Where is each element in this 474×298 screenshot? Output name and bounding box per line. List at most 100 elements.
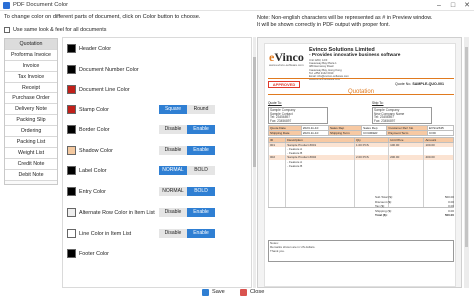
option-normal-button[interactable]: NORMAL <box>159 166 187 175</box>
quote-to-header: Quote To: <box>268 101 282 105</box>
color-swatch-button[interactable] <box>67 229 76 238</box>
color-row: Header Color <box>63 43 251 55</box>
option-enable-button[interactable]: Enable <box>187 208 215 217</box>
color-swatch-button[interactable] <box>67 208 76 217</box>
same-look-checkbox[interactable] <box>4 26 10 33</box>
total-value: 500.00 <box>444 213 454 218</box>
preview-scrollbar-thumb[interactable] <box>465 47 468 247</box>
color-row: Shadow Color Disable Enable <box>63 145 251 157</box>
color-swatch-button[interactable] <box>67 85 76 94</box>
info-label: Shipping Term <box>327 130 363 136</box>
document-type-item[interactable]: Weight List <box>5 147 57 159</box>
document-type-item[interactable]: Ordering <box>5 126 57 138</box>
color-swatch-button[interactable] <box>67 105 76 114</box>
color-row: Footer Color <box>63 248 251 260</box>
maximize-icon[interactable]: □ <box>446 0 460 11</box>
color-panel-scrollbar[interactable] <box>253 37 256 288</box>
info-value: 2023-11-10 <box>300 130 329 136</box>
color-row-label: Border Color <box>79 126 110 133</box>
color-row-label: Stamp Color <box>79 106 109 113</box>
preview-note: Note: Non-english characters will be rep… <box>257 15 432 29</box>
option-enable-button[interactable]: Enable <box>187 229 215 238</box>
color-swatch-button[interactable] <box>67 125 76 134</box>
notes-line: Thank you. <box>270 248 285 253</box>
close-button[interactable]: Close <box>240 287 264 297</box>
color-settings-panel: Header Color Document Number Color Documen… <box>62 37 252 288</box>
same-look-label: Use same look & feel for all documents <box>13 26 107 33</box>
option-toggle: Disable Enable <box>159 208 215 217</box>
option-square-button[interactable]: Square <box>159 105 187 114</box>
preview-page: eVinco www.evinco-software.com Evinco So… <box>264 43 456 287</box>
info-value: COURIER <box>361 130 388 136</box>
close-window-icon[interactable]: ✕ <box>460 0 474 11</box>
total-label: Total ($): <box>375 213 388 218</box>
color-row-label: Alternate Row Color in Item List <box>79 209 155 216</box>
quote-to-block: Quote To: Sample Company Sample Contact Te… <box>268 101 328 124</box>
color-swatch-button[interactable] <box>67 65 76 74</box>
option-bold-button[interactable]: BOLD <box>187 166 215 175</box>
quote-info-table: Quote Date 2023-11-10 Sales Rep Sales Rep Cu… <box>268 125 455 136</box>
address-line: Fax: 23456897 <box>270 119 292 124</box>
instruction-text: To change color on different parts of do… <box>4 14 201 20</box>
color-swatch-button[interactable] <box>67 187 76 196</box>
document-type-item[interactable]: Tax Invoice <box>5 71 57 83</box>
ship-to-header: Ship To: <box>372 101 384 105</box>
header-divider <box>268 78 454 79</box>
option-disable-button[interactable]: Disable <box>159 125 187 134</box>
color-row-label: Entry Color <box>79 188 106 195</box>
color-row-label: Document Line Color <box>79 86 130 93</box>
document-type-item[interactable]: Proforma Invoice <box>5 49 57 61</box>
color-row-label: Header Color <box>79 45 112 52</box>
color-swatch-button[interactable] <box>67 166 76 175</box>
note-line-1: Note: Non-english characters will be rep… <box>257 15 433 21</box>
document-type-item[interactable]: Credit Note <box>5 158 57 170</box>
pdf-preview: eVinco www.evinco-software.com Evinco So… <box>257 37 462 288</box>
color-row: Border Color Disable Enable <box>63 124 251 136</box>
note-line-2: It will be shown correctly in PDF output… <box>257 22 391 28</box>
table-row: 002 Sample Product #002 2.00 PCS 200.00 400.… <box>267 155 454 160</box>
document-type-item[interactable]: Debit Note <box>5 169 57 181</box>
window-title: PDF Document Color <box>13 2 69 8</box>
color-row: Document Number Color <box>63 64 251 76</box>
title-bar: PDF Document Color – □ ✕ <box>0 0 474 11</box>
color-row: Line Color in Item List Disable Enable <box>63 228 251 240</box>
option-round-button[interactable]: Round <box>187 105 215 114</box>
document-type-item[interactable]: Receipt <box>5 82 57 94</box>
option-disable-button[interactable]: Disable <box>159 208 187 217</box>
preview-scrollbar[interactable] <box>464 37 469 288</box>
option-bold-button[interactable]: BOLD <box>187 187 215 196</box>
logo-tagline: www.evinco-software.com <box>269 63 304 67</box>
option-enable-button[interactable]: Enable <box>187 146 215 155</box>
minimize-icon[interactable]: – <box>432 0 446 11</box>
document-type-item[interactable]: Packing Slip <box>5 115 57 127</box>
document-type-item[interactable]: Invoice <box>5 60 57 72</box>
app-icon <box>3 2 10 9</box>
scrollbar-thumb[interactable] <box>253 57 256 167</box>
info-label: Shipping Date <box>268 130 302 136</box>
color-row: Stamp Color Square Round <box>63 104 251 116</box>
document-type-item[interactable]: Delivery Note <box>5 104 57 116</box>
document-type-item[interactable]: Quotation <box>5 39 57 50</box>
save-label: Save <box>212 289 225 295</box>
save-button[interactable]: Save <box>202 287 225 297</box>
option-toggle: Square Round <box>159 105 215 114</box>
address-line: Fax: 23456897 <box>374 119 396 124</box>
option-toggle: NORMAL BOLD <box>159 187 215 196</box>
option-toggle: NORMAL BOLD <box>159 166 215 175</box>
color-swatch-button[interactable] <box>67 44 76 53</box>
color-swatch-button[interactable] <box>67 146 76 155</box>
color-row-label: Shadow Color <box>79 147 113 154</box>
document-type-item[interactable]: Purchase Order <box>5 93 57 105</box>
option-disable-button[interactable]: Disable <box>159 229 187 238</box>
option-disable-button[interactable]: Disable <box>159 146 187 155</box>
color-swatch-button[interactable] <box>67 249 76 258</box>
approved-stamp: APPROVED <box>268 81 300 88</box>
color-row: Alternate Row Color in Item List Disable E… <box>63 207 251 219</box>
close-label: Close <box>250 289 265 295</box>
document-type-item[interactable]: Packing List <box>5 137 57 148</box>
same-look-option[interactable]: Use same look & feel for all documents <box>4 25 106 34</box>
color-row-label: Footer Color <box>79 250 109 257</box>
footer-bar: Save Close <box>0 286 474 298</box>
option-normal-button[interactable]: NORMAL <box>159 187 187 196</box>
option-enable-button[interactable]: Enable <box>187 125 215 134</box>
